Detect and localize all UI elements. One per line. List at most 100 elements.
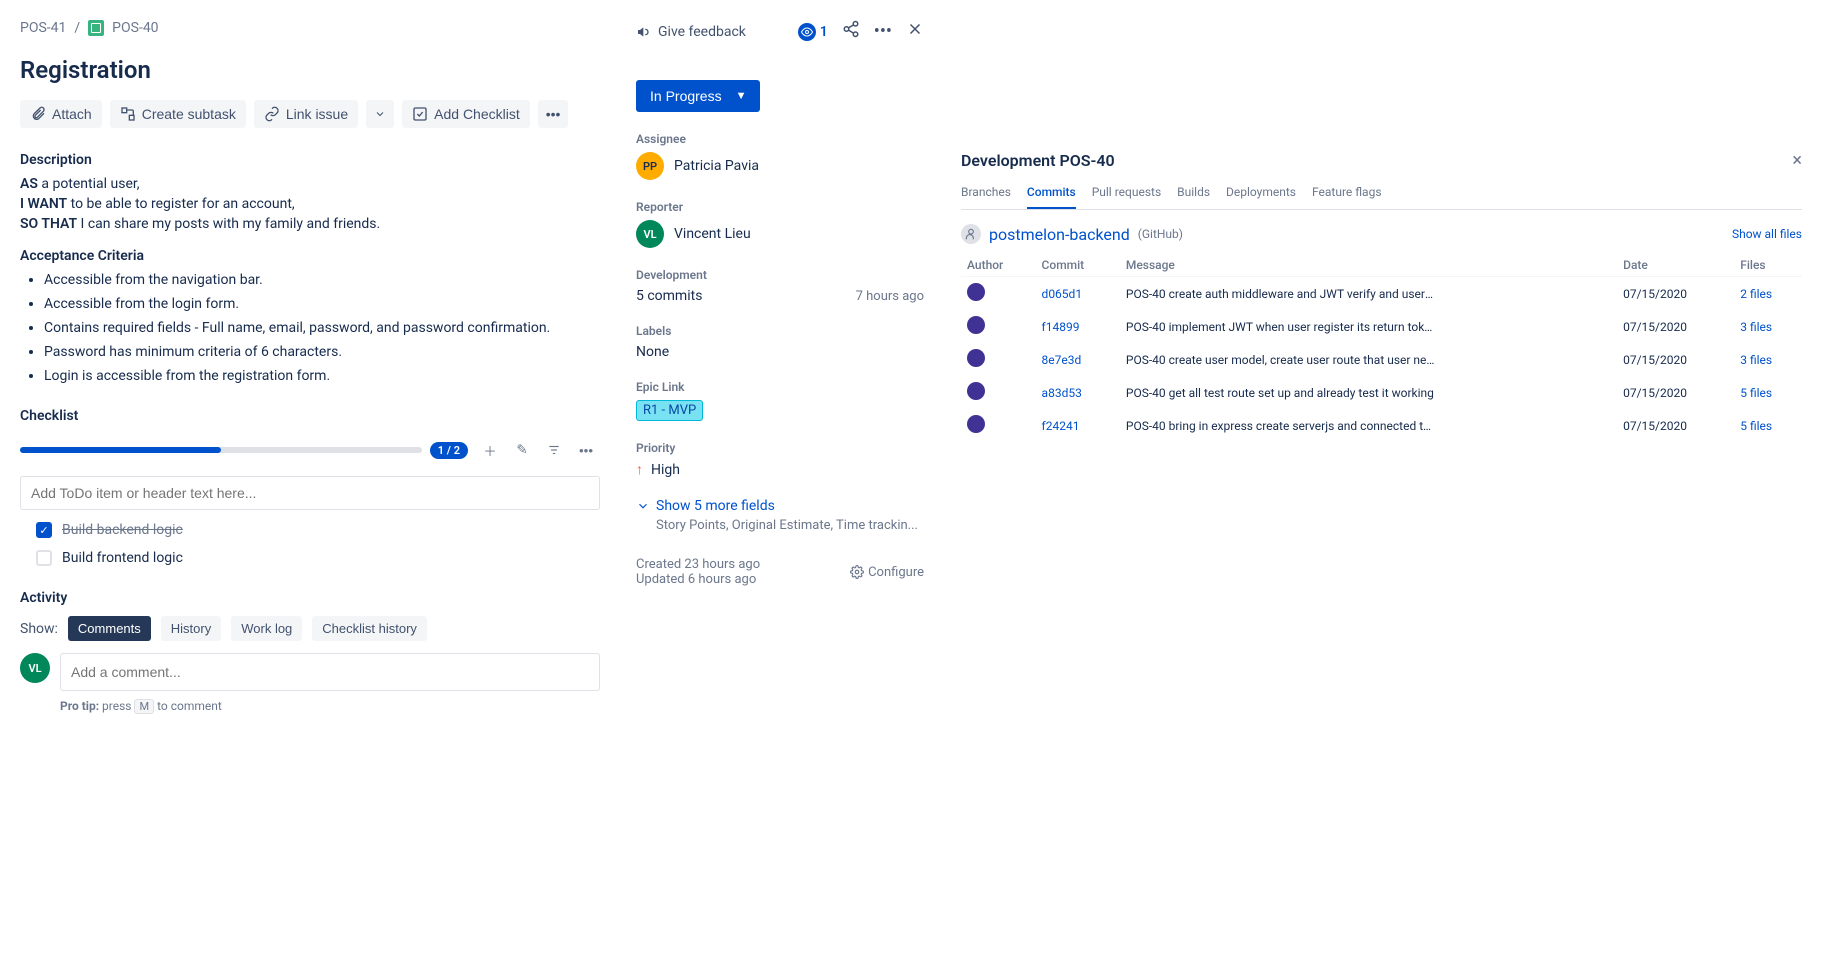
tab-history[interactable]: History — [161, 616, 221, 641]
col-commit: Commit — [1036, 254, 1120, 277]
commit-row: a83d53POS-40 get all test route set up a… — [961, 376, 1802, 409]
dev-tab-featureflags[interactable]: Feature flags — [1312, 185, 1382, 209]
development-value[interactable]: 5 commits — [636, 288, 702, 304]
checklist-progress-fill — [20, 447, 221, 453]
checklist-item[interactable]: Build backend logic — [36, 522, 600, 538]
create-subtask-label: Create subtask — [142, 106, 236, 122]
desc-sothat: SO THAT I can share my posts with my fam… — [20, 216, 600, 232]
commit-files-link[interactable]: 5 files — [1740, 386, 1772, 400]
commit-hash-link[interactable]: d065d1 — [1042, 287, 1083, 301]
comment-input[interactable] — [60, 653, 600, 691]
checklist-filter-button[interactable] — [540, 436, 568, 464]
chevron-down-icon — [636, 499, 650, 513]
breadcrumb-separator: / — [74, 20, 80, 36]
chevron-down-icon — [374, 108, 386, 120]
repo-name-link[interactable]: postmelon-backend — [989, 225, 1130, 244]
tab-checklist-history[interactable]: Checklist history — [312, 616, 427, 641]
configure-button[interactable]: Configure — [850, 557, 924, 587]
dev-panel-close[interactable]: × — [1792, 150, 1802, 171]
tab-comments[interactable]: Comments — [68, 616, 151, 641]
breadcrumb: POS-41 / POS-40 — [20, 20, 600, 36]
assignee-value[interactable]: PP Patricia Pavia — [636, 152, 924, 180]
filter-icon — [547, 443, 561, 457]
checklist-item[interactable]: Build frontend logic — [36, 550, 600, 566]
breadcrumb-current[interactable]: POS-40 — [112, 20, 158, 36]
checkbox-unchecked-icon[interactable] — [36, 550, 52, 566]
commit-row: f24241POS-40 bring in express create ser… — [961, 409, 1802, 442]
show-all-files-link[interactable]: Show all files — [1732, 227, 1802, 241]
link-issue-button[interactable]: Link issue — [254, 100, 358, 128]
checklist-edit-button[interactable]: ✎ — [508, 436, 536, 464]
dev-tab-commits[interactable]: Commits — [1027, 185, 1076, 209]
labels-value[interactable]: None — [636, 344, 924, 360]
user-avatar: VL — [20, 653, 50, 683]
share-icon — [842, 20, 860, 38]
checkbox-checked-icon[interactable] — [36, 522, 52, 538]
issue-title[interactable]: Registration — [20, 56, 600, 84]
activity-show-label: Show: — [20, 621, 58, 637]
chevron-down-icon: ▼ — [736, 90, 747, 102]
show-more-fields[interactable]: Show 5 more fields — [636, 498, 924, 514]
attach-icon — [30, 106, 46, 122]
labels-label: Labels — [636, 324, 924, 338]
checklist-todo-input[interactable] — [20, 476, 600, 510]
dev-tab-builds[interactable]: Builds — [1177, 185, 1210, 209]
status-dropdown[interactable]: In Progress ▼ — [636, 80, 760, 112]
checklist-heading: Checklist — [20, 408, 600, 424]
reporter-value[interactable]: VL Vincent Lieu — [636, 220, 924, 248]
dev-tab-branches[interactable]: Branches — [961, 185, 1011, 209]
close-button[interactable] — [906, 20, 924, 43]
checklist-add-button[interactable]: ＋ — [476, 436, 504, 464]
plus-icon: ＋ — [483, 441, 496, 460]
ac-item: Accessible from the navigation bar. — [44, 272, 600, 288]
col-files: Files — [1734, 254, 1802, 277]
commit-author-avatar — [967, 316, 985, 334]
pro-tip: Pro tip: press M to comment — [60, 699, 600, 714]
priority-value[interactable]: ↑ High — [636, 461, 924, 478]
reporter-avatar: VL — [636, 220, 664, 248]
more-button[interactable]: ••• — [874, 21, 892, 42]
commit-files-link[interactable]: 2 files — [1740, 287, 1772, 301]
epic-badge[interactable]: R1 - MVP — [636, 400, 703, 421]
checklist-item-label: Build frontend logic — [62, 550, 183, 566]
close-icon — [906, 20, 924, 38]
commit-date: 07/15/2020 — [1617, 376, 1734, 409]
tab-worklog[interactable]: Work log — [231, 616, 302, 641]
status-label: In Progress — [650, 88, 722, 104]
add-checklist-label: Add Checklist — [434, 106, 520, 122]
link-issue-dropdown[interactable] — [366, 100, 394, 128]
commit-date: 07/15/2020 — [1617, 310, 1734, 343]
commit-files-link[interactable]: 3 files — [1740, 320, 1772, 334]
dev-tab-pullrequests[interactable]: Pull requests — [1092, 185, 1161, 209]
commit-hash-link[interactable]: f14899 — [1042, 320, 1080, 334]
desc-as: AS a potential user, — [20, 176, 600, 192]
checklist-progress-bar — [20, 447, 422, 453]
attach-button[interactable]: Attach — [20, 100, 102, 128]
create-subtask-button[interactable]: Create subtask — [110, 100, 246, 128]
commit-files-link[interactable]: 3 files — [1740, 353, 1772, 367]
description-heading: Description — [20, 152, 600, 168]
created-timestamp: Created 23 hours ago — [636, 557, 760, 572]
assignee-label: Assignee — [636, 132, 924, 146]
checklist-more-button[interactable]: ••• — [572, 436, 600, 464]
commit-hash-link[interactable]: a83d53 — [1042, 386, 1082, 400]
commit-files-link[interactable]: 5 files — [1740, 419, 1772, 433]
share-button[interactable] — [842, 20, 860, 43]
dev-tab-deployments[interactable]: Deployments — [1226, 185, 1296, 209]
breadcrumb-parent[interactable]: POS-41 — [20, 20, 66, 36]
watch-button[interactable]: 1 — [798, 23, 828, 41]
more-icon: ••• — [579, 443, 593, 458]
repo-provider: (GitHub) — [1138, 227, 1183, 241]
commit-row: d065d1 POS-40 create auth middleware and … — [961, 277, 1802, 311]
commit-author-avatar — [967, 283, 985, 301]
commit-message: POS-40 create auth middleware and JWT ve… — [1126, 287, 1436, 301]
checklist-item-label: Build backend logic — [62, 522, 183, 538]
commit-hash-link[interactable]: f24241 — [1042, 419, 1080, 433]
commit-hash-link[interactable]: 8e7e3d — [1042, 353, 1082, 367]
give-feedback-link[interactable]: Give feedback — [636, 24, 746, 40]
updated-timestamp: Updated 6 hours ago — [636, 572, 760, 587]
add-checklist-button[interactable]: Add Checklist — [402, 100, 530, 128]
desc-iwant: I WANT to be able to register for an acc… — [20, 196, 600, 212]
ac-item: Password has minimum criteria of 6 chara… — [44, 344, 600, 360]
more-actions-button[interactable]: ••• — [538, 100, 569, 128]
